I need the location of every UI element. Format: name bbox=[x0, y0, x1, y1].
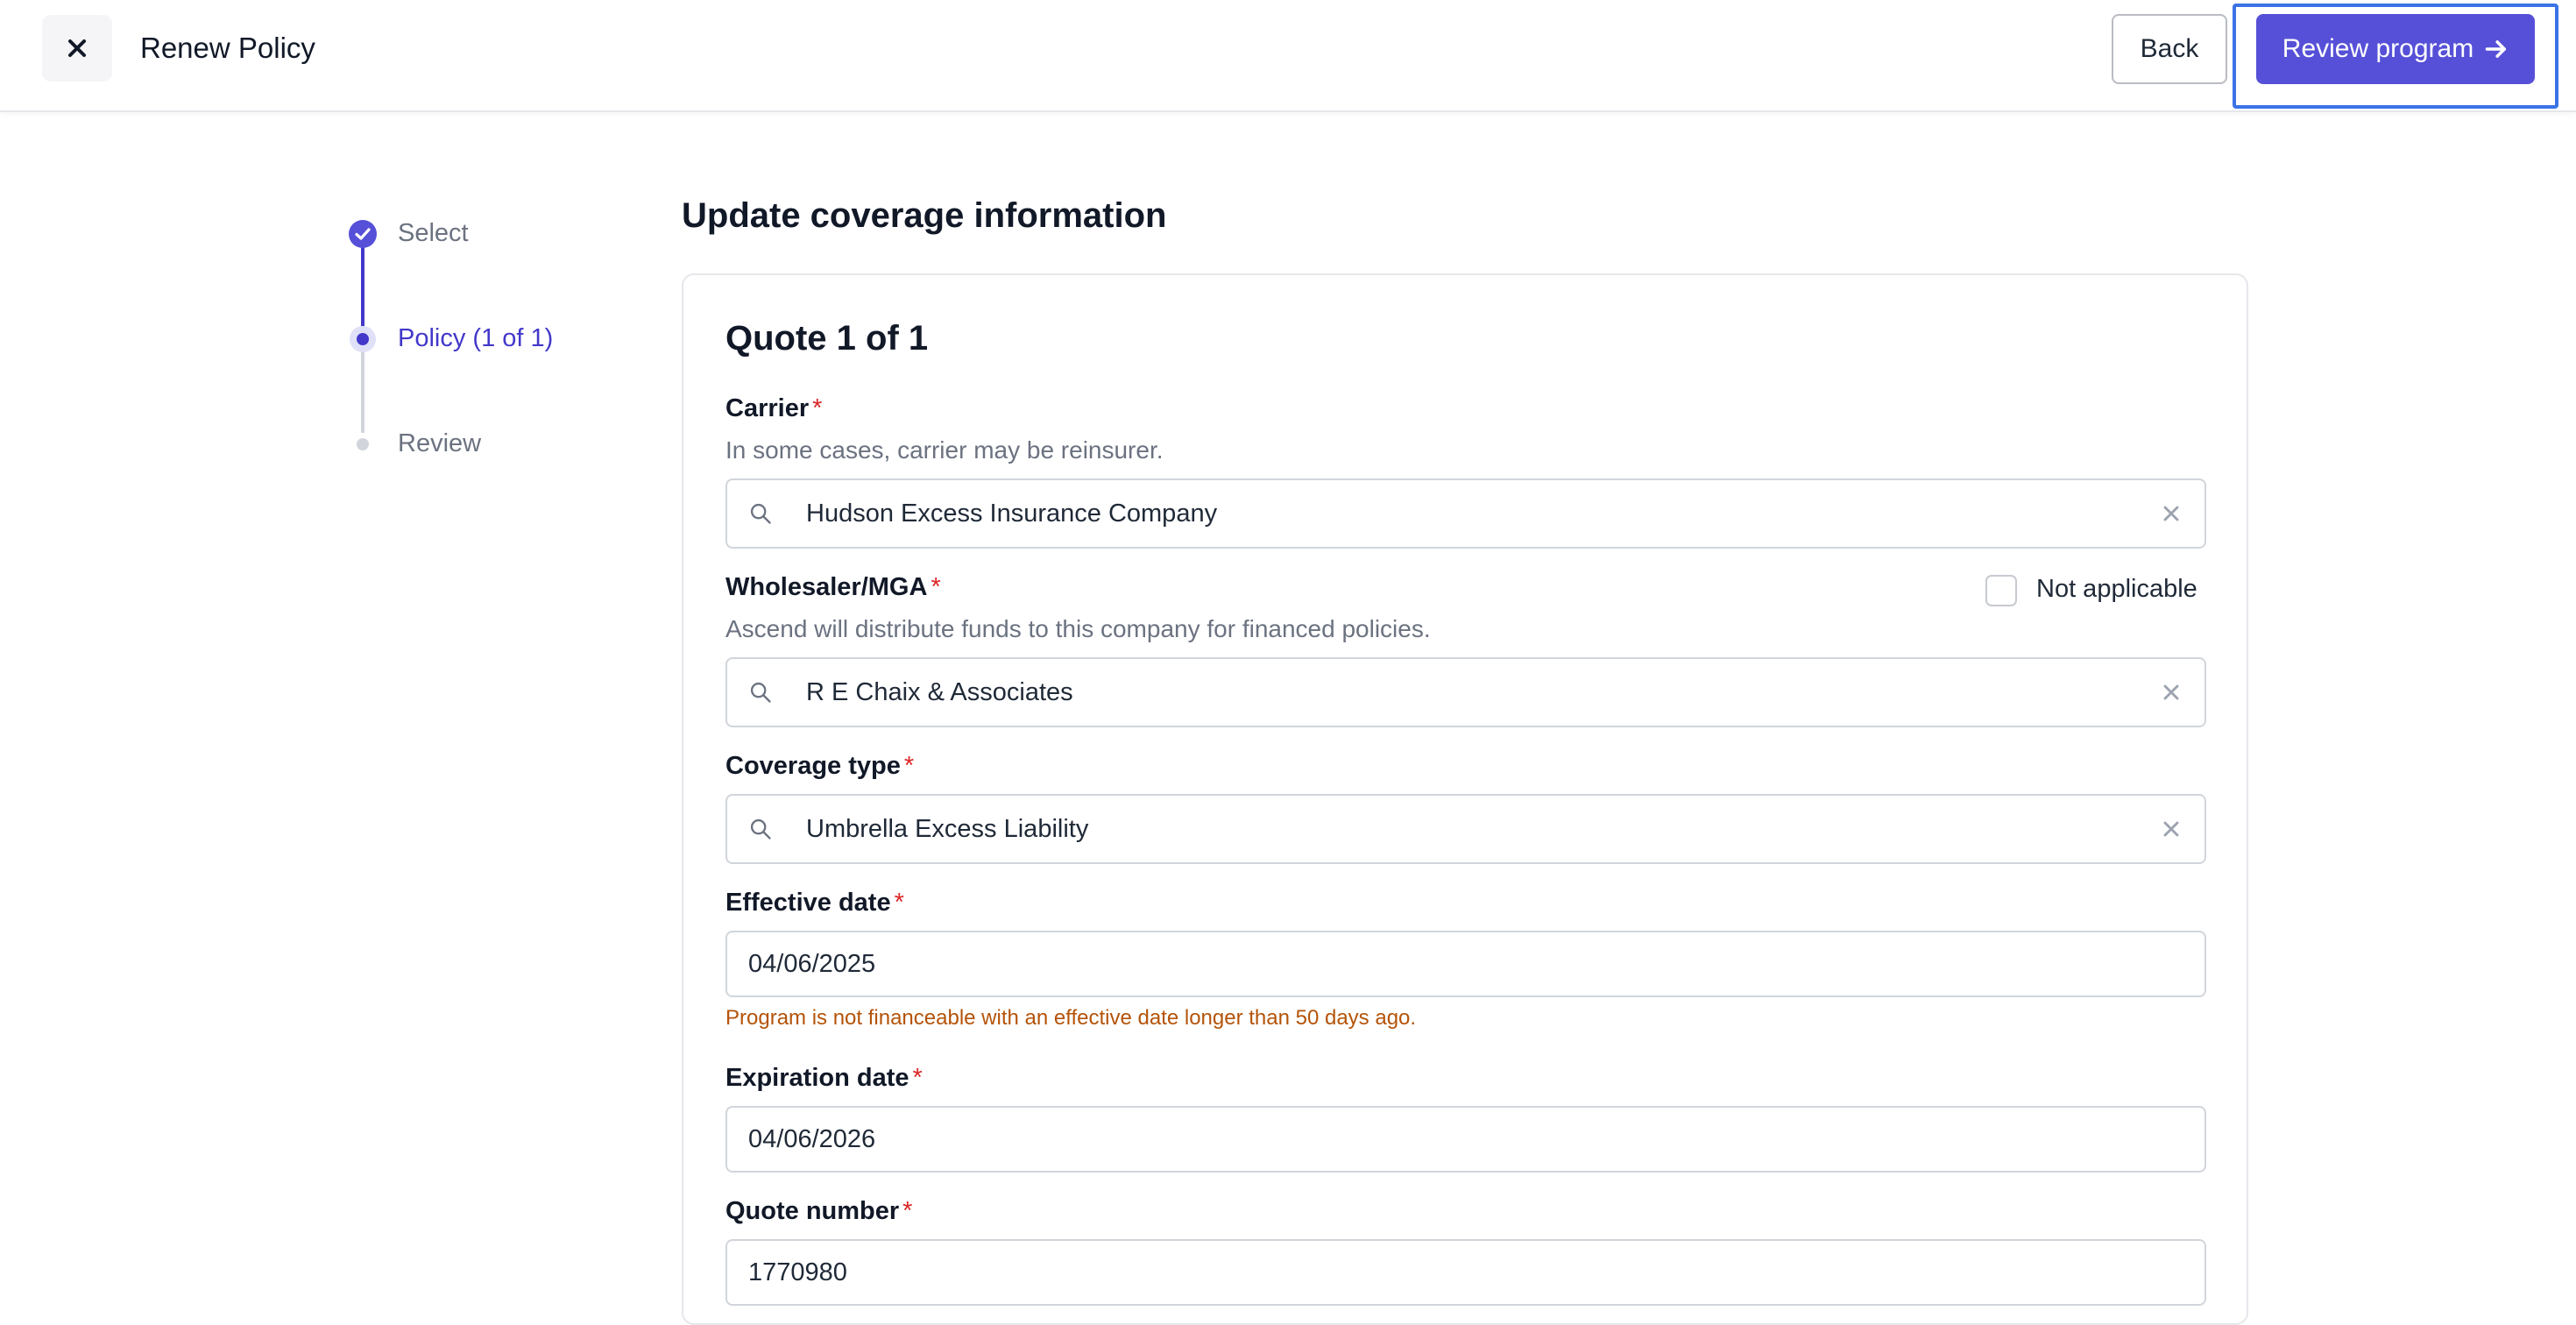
clear-icon[interactable] bbox=[2159, 680, 2183, 705]
arrow-right-icon bbox=[2485, 40, 2507, 58]
quote-card: Quote 1 of 1 Carrier * In some cases, car… bbox=[682, 273, 2248, 1325]
wholesaler-search-input[interactable]: R E Chaix & Associates bbox=[725, 657, 2206, 727]
coverage-type-value: Umbrella Excess Liability bbox=[806, 815, 1089, 843]
pending-step-dot-icon bbox=[357, 438, 369, 450]
expiration-date-input[interactable]: 04/06/2026 bbox=[725, 1106, 2206, 1173]
wholesaler-label: Wholesaler/MGA * bbox=[725, 573, 941, 602]
review-program-button[interactable]: Review program bbox=[2256, 14, 2535, 84]
carrier-label-text: Carrier bbox=[725, 394, 810, 422]
quote-number-input[interactable]: 1770980 bbox=[725, 1239, 2206, 1306]
search-icon bbox=[750, 682, 771, 703]
quote-title: Quote 1 of 1 bbox=[725, 319, 929, 358]
expiration-date-value: 04/06/2026 bbox=[748, 1125, 876, 1153]
effective-date-warning: Program is not financeable with an effec… bbox=[725, 1006, 1417, 1030]
current-step-dot-icon bbox=[350, 326, 376, 352]
step-connector-pending bbox=[361, 349, 364, 433]
progress-stepper: Select Policy (1 of 1) Review bbox=[342, 210, 605, 473]
expiration-date-label: Expiration date * bbox=[725, 1064, 923, 1093]
required-marker: * bbox=[902, 1197, 913, 1225]
page-title: Renew Policy bbox=[140, 32, 315, 64]
carrier-search-input[interactable]: Hudson Excess Insurance Company bbox=[725, 478, 2206, 549]
required-marker: * bbox=[894, 889, 904, 917]
step-label-select: Select bbox=[398, 219, 469, 247]
coverage-type-label-text: Coverage type bbox=[725, 752, 901, 780]
carrier-label: Carrier * bbox=[725, 394, 822, 423]
wholesaler-helper: Ascend will distribute funds to this com… bbox=[725, 615, 1431, 642]
clear-icon[interactable] bbox=[2159, 501, 2183, 526]
clear-icon[interactable] bbox=[2159, 817, 2183, 841]
search-icon bbox=[750, 818, 771, 840]
step-connector-complete bbox=[361, 245, 364, 328]
required-marker: * bbox=[931, 573, 941, 601]
top-bar: Renew Policy Back Review program bbox=[0, 0, 2576, 112]
effective-date-input[interactable]: 04/06/2025 bbox=[725, 931, 2206, 997]
expiration-date-label-text: Expiration date bbox=[725, 1064, 909, 1092]
review-program-label: Review program bbox=[2282, 34, 2474, 63]
effective-date-label: Effective date * bbox=[725, 889, 904, 918]
search-icon bbox=[750, 503, 771, 524]
back-button[interactable]: Back bbox=[2112, 14, 2227, 84]
step-label-review: Review bbox=[398, 429, 482, 457]
effective-date-value: 04/06/2025 bbox=[748, 950, 876, 978]
required-marker: * bbox=[912, 1064, 923, 1092]
close-button[interactable] bbox=[42, 15, 112, 81]
not-applicable-checkbox[interactable] bbox=[1985, 575, 2017, 606]
quote-number-label-text: Quote number bbox=[725, 1197, 900, 1225]
required-marker: * bbox=[903, 752, 915, 780]
carrier-helper: In some cases, carrier may be reinsurer. bbox=[725, 436, 1164, 464]
wholesaler-label-text: Wholesaler/MGA bbox=[725, 573, 928, 601]
not-applicable-label[interactable]: Not applicable bbox=[2036, 575, 2197, 604]
step-label-policy: Policy (1 of 1) bbox=[398, 324, 554, 352]
close-icon bbox=[68, 39, 86, 57]
quote-number-label: Quote number * bbox=[725, 1197, 912, 1226]
coverage-type-label: Coverage type * bbox=[725, 752, 914, 781]
check-circle-icon bbox=[349, 220, 377, 248]
carrier-value: Hudson Excess Insurance Company bbox=[806, 500, 1218, 528]
effective-date-label-text: Effective date bbox=[725, 889, 891, 917]
quote-number-value: 1770980 bbox=[748, 1258, 847, 1286]
section-title: Update coverage information bbox=[682, 196, 1167, 235]
coverage-type-search-input[interactable]: Umbrella Excess Liability bbox=[725, 794, 2206, 864]
wholesaler-value: R E Chaix & Associates bbox=[806, 678, 1073, 706]
required-marker: * bbox=[812, 394, 823, 422]
